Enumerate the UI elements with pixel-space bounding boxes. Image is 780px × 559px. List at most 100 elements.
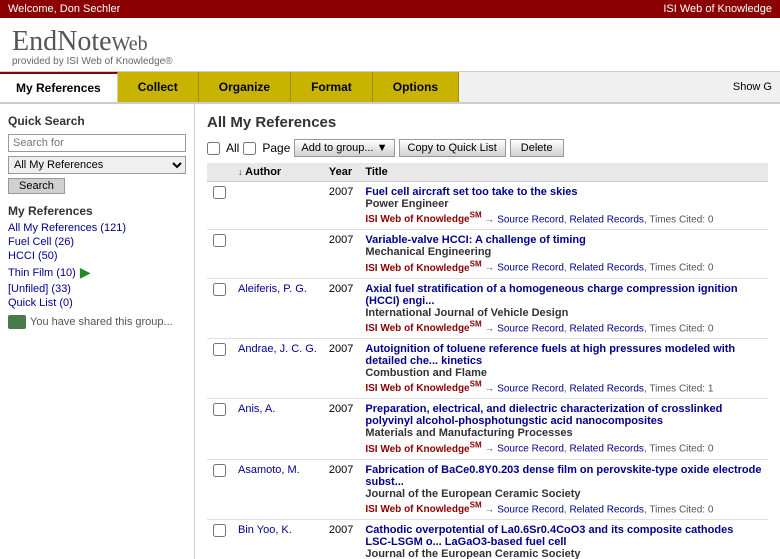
row-checkbox-1[interactable] bbox=[213, 234, 226, 247]
ref-tbody: 2007 Fuel cell aircraft set too take to t… bbox=[207, 182, 768, 559]
col-author[interactable]: ↓ Author bbox=[232, 163, 323, 182]
row-checkbox-6[interactable] bbox=[213, 524, 226, 537]
row-src-link-0-0[interactable]: Source Record bbox=[497, 214, 564, 225]
nav-tab-collect[interactable]: Collect bbox=[118, 72, 199, 102]
row-title-link-3[interactable]: Autoignition of toluene reference fuels … bbox=[365, 343, 735, 367]
row-author-3[interactable]: Andrae, J. C. G. bbox=[232, 338, 323, 398]
sidebar-link-hcci[interactable]: HCCI (50) bbox=[8, 250, 186, 262]
row-author-2[interactable]: Aleiferis, P. G. bbox=[232, 278, 323, 338]
logo-name: EndNote bbox=[12, 26, 112, 57]
row-times-2: Times Cited: 0 bbox=[649, 323, 713, 334]
nav-tab-format[interactable]: Format bbox=[291, 72, 373, 102]
row-times-1: Times Cited: 0 bbox=[649, 263, 713, 274]
row-author-5[interactable]: Asamoto, M. bbox=[232, 459, 323, 519]
sidebar-link-thinfilm[interactable]: Thin Film (10) ▶ bbox=[8, 264, 186, 281]
row-src-link-1-0[interactable]: Source Record bbox=[497, 263, 564, 274]
row-checkbox-4[interactable] bbox=[213, 403, 226, 416]
row-checkbox-5[interactable] bbox=[213, 464, 226, 477]
row-author-4[interactable]: Anis, A. bbox=[232, 399, 323, 459]
row-isi-link-2[interactable]: ISI Web of KnowledgeSM bbox=[365, 323, 481, 334]
copy-to-quick-list-button[interactable]: Copy to Quick List bbox=[399, 139, 506, 157]
row-checkbox-0[interactable] bbox=[213, 186, 226, 199]
row-arrow-1: → bbox=[482, 263, 498, 274]
row-title-link-2[interactable]: Axial fuel stratification of a homogeneo… bbox=[365, 283, 737, 307]
search-button[interactable]: Search bbox=[8, 178, 65, 194]
row-title-link-4[interactable]: Preparation, electrical, and dielectric … bbox=[365, 403, 722, 427]
nav-myref[interactable]: My References bbox=[0, 72, 118, 102]
nav: My References Collect Organize Format Op… bbox=[0, 72, 780, 104]
row-year-0: 2007 bbox=[323, 182, 359, 230]
nav-tab-organize[interactable]: Organize bbox=[199, 72, 291, 102]
table-row: Andrae, J. C. G.2007Autoignition of tolu… bbox=[207, 338, 768, 398]
col-year[interactable]: Year bbox=[323, 163, 359, 182]
all-label: All bbox=[226, 141, 239, 155]
sidebar-link-all[interactable]: All My References (121) bbox=[8, 222, 186, 234]
row-title-block-3: Autoignition of toluene reference fuels … bbox=[359, 338, 768, 398]
quick-search-title: Quick Search bbox=[8, 114, 186, 128]
welcome-text: Welcome, Don Sechler bbox=[8, 3, 120, 15]
row-isi-link-0[interactable]: ISI Web of KnowledgeSM bbox=[365, 214, 481, 225]
row-title-link-1[interactable]: Variable-valve HCCI: A challenge of timi… bbox=[365, 234, 585, 246]
content: All My References All Page Add to group.… bbox=[195, 104, 780, 559]
sort-arrow: ↓ bbox=[238, 167, 243, 177]
row-times-4: Times Cited: 0 bbox=[649, 444, 713, 455]
nav-show-g[interactable]: Show G bbox=[725, 72, 780, 102]
row-src-link-5-1[interactable]: Related Records bbox=[569, 504, 643, 515]
nav-tab-options[interactable]: Options bbox=[373, 72, 459, 102]
checkbox-page[interactable] bbox=[243, 142, 256, 155]
search-input[interactable] bbox=[8, 134, 186, 152]
table-header-row: ↓ Author Year Title bbox=[207, 163, 768, 182]
row-src-link-2-0[interactable]: Source Record bbox=[497, 323, 564, 334]
add-to-group-button[interactable]: Add to group... ▼ bbox=[294, 139, 394, 157]
row-title-block-5: Fabrication of BaCe0.8Y0.203 dense film … bbox=[359, 459, 768, 519]
row-src-link-2-1[interactable]: Related Records bbox=[569, 323, 643, 334]
main: Quick Search All My References Search My… bbox=[0, 104, 780, 559]
row-isi-link-3[interactable]: ISI Web of KnowledgeSM bbox=[365, 383, 481, 394]
header: EndNoteWeb provided by ISI Web of Knowle… bbox=[0, 18, 780, 72]
row-src-link-5-0[interactable]: Source Record bbox=[497, 504, 564, 515]
search-in-select[interactable]: All My References bbox=[8, 156, 186, 174]
row-isi-link-1[interactable]: ISI Web of KnowledgeSM bbox=[365, 263, 481, 274]
row-arrow-0: → bbox=[482, 214, 498, 225]
row-src-link-4-0[interactable]: Source Record bbox=[497, 444, 564, 455]
table-row: Bin Yoo, K.2007Cathodic overpotential of… bbox=[207, 519, 768, 559]
row-src-link-3-0[interactable]: Source Record bbox=[497, 383, 564, 394]
delete-button[interactable]: Delete bbox=[510, 139, 564, 157]
toolbar: All Page Add to group... ▼ Copy to Quick… bbox=[207, 139, 768, 157]
row-src-link-1-1[interactable]: Related Records bbox=[569, 263, 643, 274]
logo-sub: provided by ISI Web of Knowledge® bbox=[12, 56, 173, 67]
row-src-link-0-1[interactable]: Related Records bbox=[569, 214, 643, 225]
sidebar-link-quicklist[interactable]: Quick List (0) bbox=[8, 297, 186, 309]
row-title-link-6[interactable]: Cathodic overpotential of La0.6Sr0.4CoO3… bbox=[365, 524, 733, 548]
row-source-line-4: ISI Web of KnowledgeSM → Source Record, … bbox=[365, 440, 762, 454]
row-title-link-0[interactable]: Fuel cell aircraft set too take to the s… bbox=[365, 186, 577, 198]
row-src-link-3-1[interactable]: Related Records bbox=[569, 383, 643, 394]
row-source-line-5: ISI Web of KnowledgeSM → Source Record, … bbox=[365, 501, 762, 515]
row-src-link-4-1[interactable]: Related Records bbox=[569, 444, 643, 455]
logo-endnote: EndNoteWeb bbox=[12, 26, 173, 58]
row-author-1[interactable] bbox=[232, 230, 323, 278]
row-checkbox-3[interactable] bbox=[213, 343, 226, 356]
row-title-link-5[interactable]: Fabrication of BaCe0.8Y0.203 dense film … bbox=[365, 464, 761, 488]
row-times-0: Times Cited: 0 bbox=[649, 214, 713, 225]
row-source-line-2: ISI Web of KnowledgeSM → Source Record, … bbox=[365, 320, 762, 334]
rss-icon: ▶ bbox=[80, 264, 91, 281]
row-source-line-0: ISI Web of KnowledgeSM → Source Record, … bbox=[365, 211, 762, 225]
col-title[interactable]: Title bbox=[359, 163, 768, 182]
checkbox-all[interactable] bbox=[207, 142, 220, 155]
shared-group: You have shared this group... bbox=[8, 315, 186, 329]
row-author-0[interactable] bbox=[232, 182, 323, 230]
row-checkbox-2[interactable] bbox=[213, 283, 226, 296]
sidebar-link-fuelcell[interactable]: Fuel Cell (26) bbox=[8, 236, 186, 248]
row-author-6[interactable]: Bin Yoo, K. bbox=[232, 519, 323, 559]
row-year-4: 2007 bbox=[323, 399, 359, 459]
row-year-5: 2007 bbox=[323, 459, 359, 519]
row-isi-link-4[interactable]: ISI Web of KnowledgeSM bbox=[365, 444, 481, 455]
shared-label: You have shared this group... bbox=[30, 316, 173, 328]
row-year-3: 2007 bbox=[323, 338, 359, 398]
sidebar-link-unfiled[interactable]: [Unfiled] (33) bbox=[8, 283, 186, 295]
row-arrow-5: → bbox=[482, 504, 498, 515]
logo-web: Web bbox=[112, 33, 148, 55]
row-isi-link-5[interactable]: ISI Web of KnowledgeSM bbox=[365, 504, 481, 515]
row-journal-6: Journal of the European Ceramic Society bbox=[365, 548, 762, 559]
